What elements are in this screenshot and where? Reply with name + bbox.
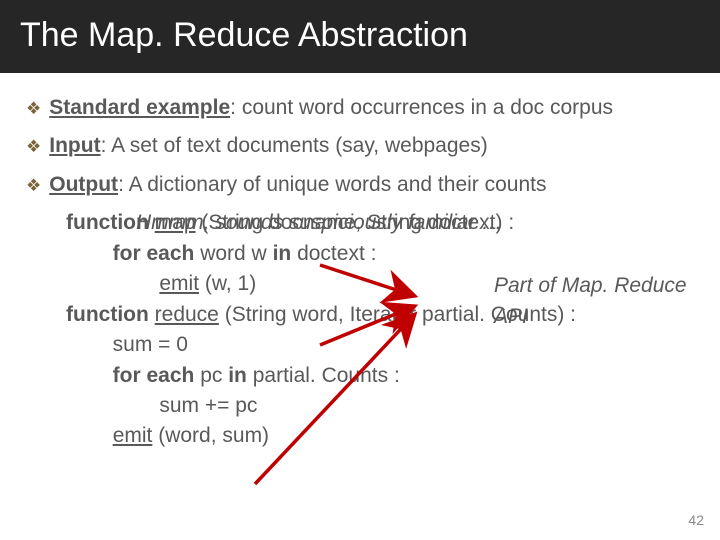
bullet-label: Output (49, 173, 118, 196)
slide-title: The Map. Reduce Abstraction (20, 16, 700, 55)
code-line-emit-word: emit (word, sum) (66, 421, 694, 451)
bullet-rest: : A dictionary of unique words and their… (118, 173, 546, 196)
content-area: ❖ Standard example: count word occurrenc… (0, 73, 720, 452)
bullet-text: Standard example: count word occurrences… (49, 93, 613, 123)
pseudocode-block: function map (String docname, String doc… (66, 208, 694, 452)
bullet-label: Input (49, 134, 100, 157)
code-line-foreach-pc: for each pc in partial. Counts : (66, 361, 694, 391)
bullet-input: ❖ Input: A set of text documents (say, w… (26, 131, 694, 161)
bullet-output: ❖ Output: A dictionary of unique words a… (26, 170, 694, 200)
diamond-icon: ❖ (26, 174, 41, 200)
annotation-hmm: Hmmm, sounds suspiciously familiar … (136, 208, 502, 238)
bullet-text: Input: A set of text documents (say, web… (49, 131, 487, 161)
diamond-icon: ❖ (26, 135, 41, 161)
diamond-icon: ❖ (26, 97, 41, 123)
bullet-rest: : count word occurrences in a doc corpus (230, 96, 613, 119)
bullet-label: Standard example (49, 96, 230, 119)
bullet-standard-example: ❖ Standard example: count word occurrenc… (26, 93, 694, 123)
code-line-sum-inc: sum += pc (66, 391, 694, 421)
code-line-foreach-word: for each word w in doctext : (66, 239, 694, 269)
annotation-api: Part of Map. Reduce API (494, 271, 694, 332)
bullet-text: Output: A dictionary of unique words and… (49, 170, 546, 200)
slide: The Map. Reduce Abstraction ❖ Standard e… (0, 0, 720, 540)
page-number: 42 (688, 512, 704, 528)
code-line-sum-init: sum = 0 (66, 330, 694, 360)
title-bar: The Map. Reduce Abstraction (0, 0, 720, 73)
bullet-rest: : A set of text documents (say, webpages… (101, 134, 488, 157)
